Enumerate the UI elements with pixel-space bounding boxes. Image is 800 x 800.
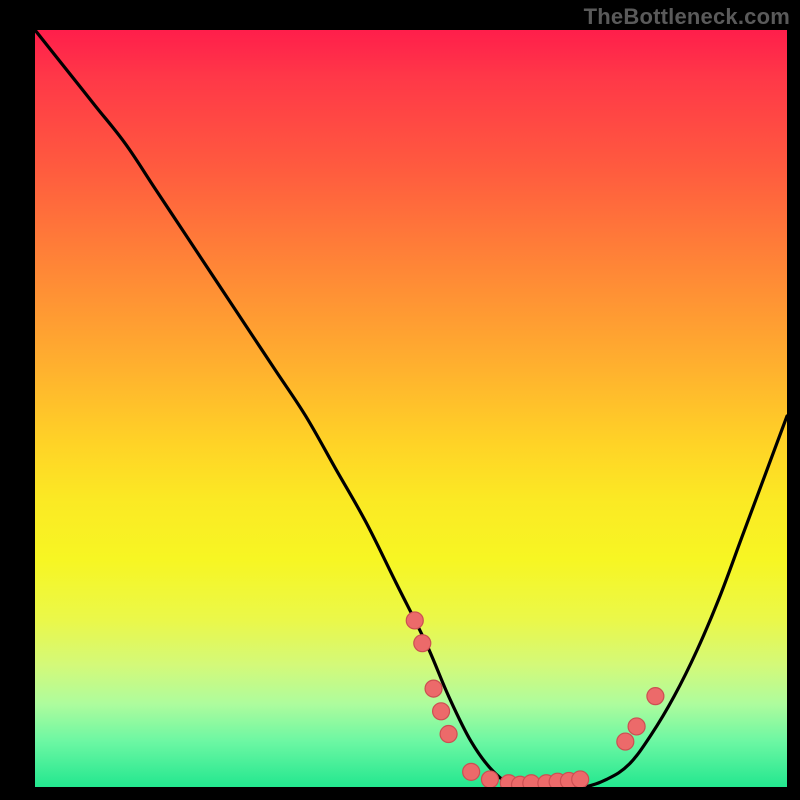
attribution-text: TheBottleneck.com bbox=[584, 4, 790, 30]
data-point bbox=[481, 771, 498, 787]
data-point bbox=[647, 688, 664, 705]
bottleneck-curve bbox=[35, 30, 787, 787]
chart-plot-area bbox=[35, 30, 787, 787]
data-point bbox=[433, 703, 450, 720]
data-point bbox=[572, 771, 589, 787]
data-point bbox=[523, 775, 540, 787]
data-point bbox=[406, 612, 423, 629]
data-point bbox=[425, 680, 442, 697]
data-point bbox=[440, 726, 457, 743]
data-point bbox=[617, 733, 634, 750]
data-point bbox=[463, 763, 480, 780]
data-point bbox=[628, 718, 645, 735]
data-point bbox=[414, 635, 431, 652]
